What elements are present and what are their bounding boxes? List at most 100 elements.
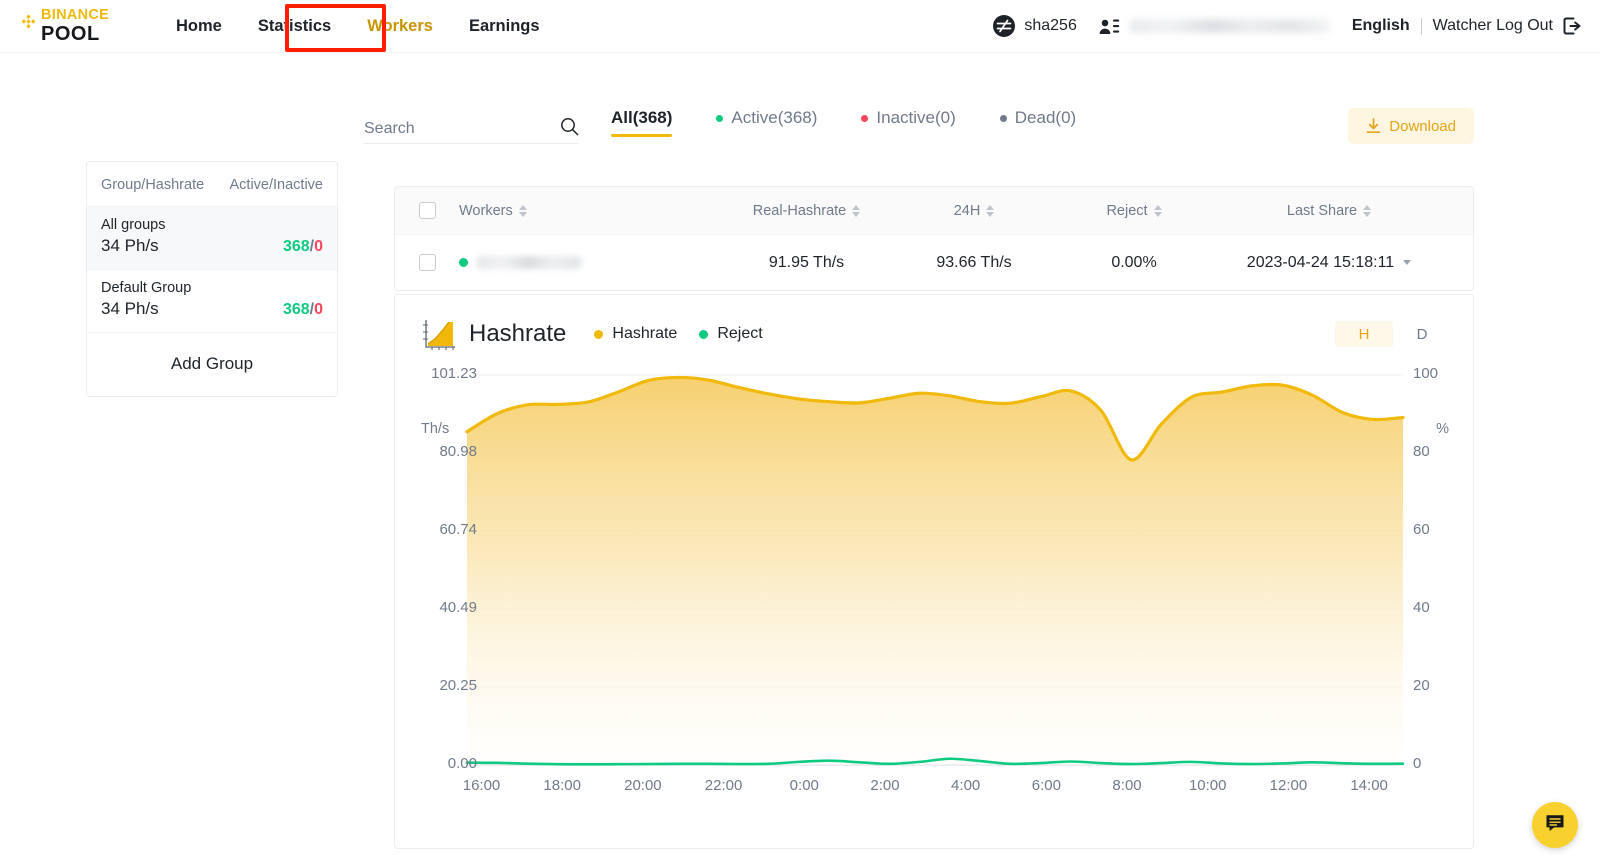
search-input[interactable] bbox=[364, 119, 534, 138]
col-group-hashrate: Group/Hashrate bbox=[101, 177, 205, 193]
reject-value: 0.00% bbox=[1111, 253, 1157, 271]
add-group-button[interactable]: Add Group bbox=[87, 332, 337, 396]
tab-all-label: All(368) bbox=[611, 108, 673, 127]
logo-binance-text: BINANCE bbox=[41, 7, 110, 24]
select-all-cell bbox=[395, 202, 459, 219]
hashrate-area-fill bbox=[467, 377, 1403, 765]
tab-all[interactable]: All(368) bbox=[611, 108, 673, 137]
language-selector[interactable]: English bbox=[1352, 17, 1410, 35]
chart-legend: Hashrate Reject bbox=[594, 325, 784, 343]
last-share-value: 2023-04-24 15:18:11 bbox=[1246, 253, 1395, 271]
row-select-cell bbox=[395, 254, 459, 271]
select-all-checkbox[interactable] bbox=[418, 202, 436, 219]
cell-real-hashrate: 91.95 Th/s bbox=[719, 254, 894, 272]
th-reject[interactable]: Reject bbox=[1054, 203, 1214, 219]
group-sidebar-header: Group/Hashrate Active/Inactive bbox=[87, 162, 337, 206]
chart-plot-area: Th/s % 0.00 20.25 40.49 60.74 80.98 101.… bbox=[395, 351, 1473, 831]
th-last-share[interactable]: Last Share bbox=[1214, 203, 1444, 219]
sort-last-share-icon[interactable] bbox=[1363, 204, 1372, 217]
h24-value: 93.66 Th/s bbox=[936, 253, 1012, 271]
tab-inactive-label: Inactive(0) bbox=[876, 108, 956, 127]
account-selector[interactable] bbox=[1099, 18, 1330, 35]
watcher-logout-label[interactable]: Watcher Log Out bbox=[1433, 17, 1553, 35]
logout-icon[interactable] bbox=[1562, 16, 1582, 36]
granularity-day-button[interactable]: D bbox=[1393, 321, 1451, 347]
group-active-count: 368 bbox=[282, 301, 310, 318]
binance-pool-logo[interactable]: BINANCE POOL bbox=[20, 8, 130, 44]
nav-item-workers[interactable]: Workers bbox=[349, 0, 451, 52]
tab-active[interactable]: Active(368) bbox=[716, 108, 817, 137]
header-right-group: sha256 English Watcher Log Out bbox=[993, 15, 1582, 37]
cell-reject: 0.00% bbox=[1054, 254, 1214, 272]
y-tick-right: 0 bbox=[1413, 755, 1422, 772]
tab-inactive[interactable]: Inactive(0) bbox=[861, 108, 956, 137]
group-row-all-groups[interactable]: All groups 34 Ph/s 368/0 bbox=[87, 206, 337, 269]
x-tick: 14:00 bbox=[1350, 777, 1388, 794]
legend-item-hashrate[interactable]: Hashrate bbox=[594, 325, 677, 343]
th-workers[interactable]: Workers bbox=[459, 203, 719, 219]
y-tick-left: 80.98 bbox=[439, 443, 477, 460]
sort-workers-icon[interactable] bbox=[518, 204, 527, 217]
y-tick-left: 40.49 bbox=[439, 599, 477, 616]
x-tick: 6:00 bbox=[1031, 777, 1061, 794]
legend-hashrate-label: Hashrate bbox=[612, 325, 678, 342]
th-24h[interactable]: 24H bbox=[894, 203, 1054, 219]
th-reject-label: Reject bbox=[1106, 202, 1148, 219]
y-tick-left: 20.25 bbox=[439, 676, 477, 694]
legend-hashrate-dot bbox=[594, 329, 604, 339]
x-tick: 0:00 bbox=[789, 777, 819, 794]
table-row[interactable]: 91.95 Th/s 93.66 Th/s 0.00% 2023-04-24 1… bbox=[395, 234, 1473, 290]
group-counts: 368/0 bbox=[283, 301, 323, 319]
th-last-share-label: Last Share bbox=[1286, 202, 1358, 219]
granularity-hour-button[interactable]: H bbox=[1335, 321, 1393, 347]
support-chat-button[interactable] bbox=[1532, 802, 1578, 848]
x-tick: 12:00 bbox=[1269, 777, 1308, 794]
tab-active-label: Active(368) bbox=[731, 108, 818, 127]
binance-logo-icon bbox=[20, 13, 37, 30]
th-workers-label: Workers bbox=[459, 202, 513, 219]
y-tick-right: 100 bbox=[1413, 365, 1439, 382]
table-header-row: Workers Real-Hashrate 24H Reject Last Sh… bbox=[395, 187, 1473, 234]
tab-dead[interactable]: Dead(0) bbox=[999, 108, 1076, 137]
search-icon[interactable] bbox=[560, 117, 579, 141]
group-row-default-group[interactable]: Default Group 34 Ph/s 368/0 bbox=[87, 269, 337, 332]
nav-item-home[interactable]: Home bbox=[158, 0, 240, 52]
x-tick: 16:00 bbox=[462, 777, 501, 794]
row-checkbox[interactable] bbox=[418, 254, 436, 271]
logo-pool-text: POOL bbox=[41, 22, 100, 45]
cell-last-share[interactable]: 2023-04-24 15:18:11 bbox=[1214, 254, 1444, 272]
y-tick-left: 60.74 bbox=[439, 520, 477, 538]
chevron-down-icon[interactable] bbox=[1403, 260, 1412, 265]
sort-real-hashrate-icon[interactable] bbox=[852, 204, 861, 217]
sort-24h-icon[interactable] bbox=[986, 204, 995, 217]
algorithm-label: sha256 bbox=[1024, 17, 1077, 34]
y-tick-right: 40 bbox=[1413, 599, 1430, 616]
x-tick: 2:00 bbox=[870, 777, 900, 794]
th-real-hashrate-label: Real-Hashrate bbox=[752, 202, 847, 219]
y-tick-right: 20 bbox=[1413, 677, 1430, 694]
group-active-count: 368 bbox=[282, 238, 310, 255]
workers-table: Workers Real-Hashrate 24H Reject Last Sh… bbox=[394, 186, 1474, 291]
download-button[interactable]: Download bbox=[1348, 108, 1474, 144]
y-tick-left: 101.23 bbox=[431, 365, 477, 382]
th-24h-label: 24H bbox=[953, 202, 981, 219]
nav-item-earnings[interactable]: Earnings bbox=[451, 0, 558, 52]
nav-item-statistics[interactable]: Statistics bbox=[240, 0, 349, 52]
legend-reject-dot bbox=[699, 329, 709, 339]
sort-reject-icon[interactable] bbox=[1153, 204, 1162, 217]
algorithm-selector[interactable]: sha256 bbox=[993, 15, 1077, 37]
legend-item-reject[interactable]: Reject bbox=[699, 325, 763, 343]
granularity-toggle: H D bbox=[1335, 321, 1451, 347]
group-counts: 368/0 bbox=[283, 238, 323, 256]
th-real-hashrate[interactable]: Real-Hashrate bbox=[719, 203, 894, 219]
main-nav: Home Statistics Workers Earnings bbox=[158, 0, 558, 52]
real-hashrate-value: 91.95 Th/s bbox=[768, 253, 845, 271]
hashrate-area-chart bbox=[465, 374, 1405, 766]
area-chart-icon bbox=[419, 317, 457, 351]
x-tick: 10:00 bbox=[1188, 777, 1227, 794]
x-tick: 18:00 bbox=[543, 777, 581, 794]
inactive-status-dot bbox=[861, 114, 869, 122]
header-divider bbox=[1420, 17, 1422, 35]
dead-status-dot bbox=[999, 114, 1007, 122]
search-box[interactable] bbox=[364, 114, 579, 144]
